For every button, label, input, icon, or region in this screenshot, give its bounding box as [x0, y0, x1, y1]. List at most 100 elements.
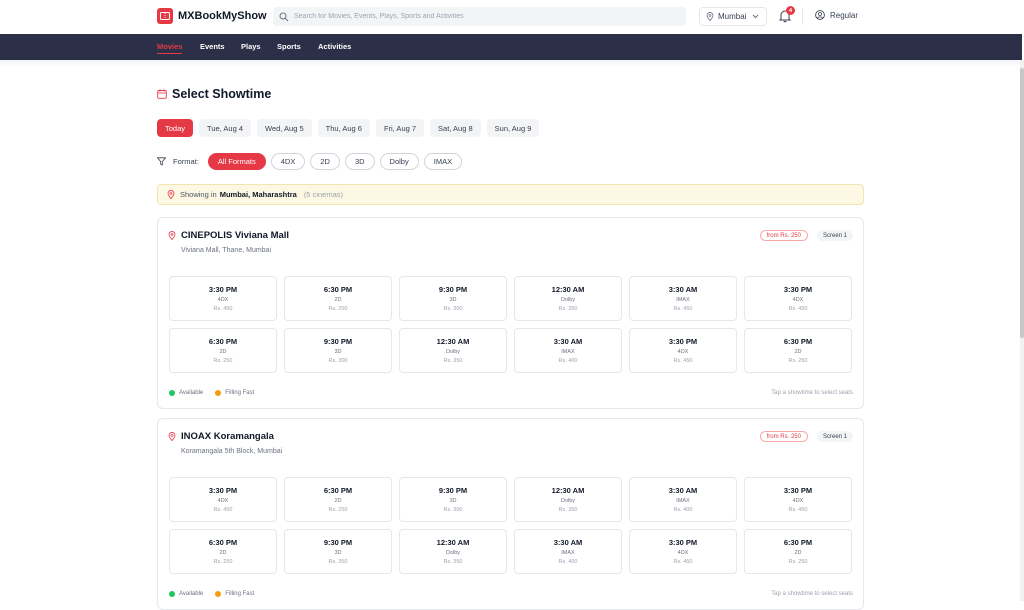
- price-from-badge: from Rs. 250: [759, 431, 808, 442]
- format-chip[interactable]: 3D: [344, 153, 375, 170]
- showtime-format: 4DX: [677, 349, 689, 355]
- location-place: Mumbai, Maharashtra: [219, 190, 297, 199]
- showtime-slot[interactable]: 9:30 PM 3D Rs. 350: [284, 529, 392, 574]
- cinema-count: (5 cinemas): [303, 190, 343, 199]
- showtime-slot[interactable]: 9:30 PM 3D Rs. 300: [399, 276, 507, 321]
- showtime-time: 3:30 PM: [208, 285, 238, 294]
- date-tab[interactable]: Fri, Aug 7: [375, 119, 425, 137]
- showtime-slot[interactable]: 3:30 PM 4DX Rs. 450: [629, 328, 737, 373]
- filling-fast-dot: [215, 591, 222, 597]
- search-icon: [279, 12, 289, 21]
- format-chip[interactable]: All Formats: [207, 153, 266, 170]
- scrollbar-thumb[interactable]: [1020, 68, 1024, 338]
- user-icon: [815, 10, 825, 20]
- city-selector[interactable]: Mumbai: [699, 7, 767, 26]
- showtime-price: Rs. 350: [443, 559, 463, 565]
- showtime-time: 6:30 PM: [323, 486, 353, 495]
- nav-item-plays[interactable]: Plays: [241, 42, 261, 51]
- showtime-slot[interactable]: 3:30 PM 4DX Rs. 450: [744, 276, 852, 321]
- location-prefix: Showing in: [180, 190, 217, 199]
- showtime-time: 3:30 AM: [553, 337, 583, 346]
- nav-item-sports[interactable]: Sports: [277, 42, 301, 51]
- showtime-slot[interactable]: 12:30 AM Dolby Rs. 350: [399, 529, 507, 574]
- date-tab[interactable]: Today: [157, 119, 194, 137]
- date-tab[interactable]: Sat, Aug 8: [430, 119, 481, 137]
- nav-item-movies[interactable]: Movies: [157, 42, 183, 54]
- date-tab[interactable]: Wed, Aug 5: [257, 119, 312, 137]
- showtime-time: 12:30 AM: [436, 538, 470, 547]
- showtime-price: Rs. 250: [328, 306, 348, 312]
- showtime-time: 3:30 PM: [783, 486, 813, 495]
- showtime-price: Rs. 250: [788, 358, 808, 364]
- format-chip[interactable]: 2D: [310, 153, 340, 170]
- showtime-slot[interactable]: 3:30 PM 4DX Rs. 450: [744, 477, 852, 522]
- showtime-format: Dolby: [560, 297, 576, 303]
- showtime-slot[interactable]: 6:30 PM 2D Rs. 250: [169, 529, 277, 574]
- showtime-slot[interactable]: 3:30 AM IMAX Rs. 450: [629, 276, 737, 321]
- showtime-format: IMAX: [561, 550, 575, 556]
- cinema-name: INOAX Koramangala: [181, 431, 274, 442]
- date-tabs: Today Tue, Aug 4 Wed, Aug 5 Thu, Aug 6 F…: [157, 119, 540, 137]
- city-label: Mumbai: [718, 12, 747, 21]
- legend-filling-fast: Filling Fast: [225, 591, 255, 597]
- showtime-price: Rs. 300: [443, 507, 463, 513]
- availability-legend: Available Filling Fast: [169, 591, 266, 597]
- showtime-slot[interactable]: 3:30 PM 4DX Rs. 450: [169, 477, 277, 522]
- format-filter: Format: All Formats 4DX 2D 3D Dolby IMAX: [157, 153, 463, 170]
- showtime-slot[interactable]: 9:30 PM 3D Rs. 300: [284, 328, 392, 373]
- showtime-slot[interactable]: 12:30 AM Dolby Rs. 350: [399, 328, 507, 373]
- date-tab[interactable]: Tue, Aug 4: [199, 119, 252, 137]
- format-chip[interactable]: IMAX: [423, 153, 463, 170]
- user-label: Regular: [830, 10, 859, 20]
- date-tab[interactable]: Sun, Aug 9: [486, 119, 540, 137]
- showtime-time: 6:30 PM: [208, 337, 238, 346]
- showtime-time: 6:30 PM: [783, 337, 813, 346]
- format-chip[interactable]: Dolby: [379, 153, 419, 170]
- showtime-slot[interactable]: 6:30 PM 2D Rs. 250: [744, 529, 852, 574]
- showtime-slot[interactable]: 6:30 PM 2D Rs. 250: [284, 477, 392, 522]
- showtime-price: Rs. 450: [213, 306, 233, 312]
- showtime-price: Rs. 450: [673, 306, 693, 312]
- showtime-slot[interactable]: 6:30 PM 2D Rs. 250: [169, 328, 277, 373]
- scrollbar[interactable]: [1020, 60, 1024, 601]
- legend-available: Available: [179, 390, 204, 396]
- showtime-format: 4DX: [217, 498, 229, 504]
- showtime-slot[interactable]: 3:30 PM 4DX Rs. 450: [169, 276, 277, 321]
- cinema-name: CINEPOLIS Viviana Mall: [181, 230, 290, 241]
- ticket-icon: [157, 8, 173, 24]
- cinema-card: CINEPOLIS Viviana Mall Viviana Mall, Tha…: [157, 217, 864, 409]
- showtime-slot[interactable]: 3:30 AM IMAX Rs. 400: [514, 529, 622, 574]
- showtime-time: 3:30 PM: [783, 285, 813, 294]
- showtime-format: IMAX: [676, 297, 690, 303]
- showtime-format: 3D: [449, 498, 457, 504]
- search-bar[interactable]: [273, 7, 686, 26]
- showtime-time: 3:30 AM: [553, 538, 583, 547]
- screen-badge: Screen 1: [816, 230, 853, 241]
- showtime-price: Rs. 450: [788, 306, 808, 312]
- showtime-slot[interactable]: 3:30 AM IMAX Rs. 400: [514, 328, 622, 373]
- user-menu[interactable]: Regular: [815, 10, 858, 20]
- showtime-slot[interactable]: 6:30 PM 2D Rs. 250: [284, 276, 392, 321]
- available-dot: [169, 390, 175, 396]
- search-input[interactable]: [294, 13, 674, 20]
- date-tab[interactable]: Thu, Aug 6: [317, 119, 370, 137]
- showtime-format: 2D: [794, 349, 802, 355]
- nav-item-activities[interactable]: Activities: [318, 42, 351, 51]
- showtime-slot[interactable]: 9:30 PM 3D Rs. 300: [399, 477, 507, 522]
- chevron-down-icon: [753, 14, 759, 19]
- showtime-time: 3:30 PM: [668, 538, 698, 547]
- showtime-slot[interactable]: 3:30 AM IMAX Rs. 400: [629, 477, 737, 522]
- cinema-title: CINEPOLIS Viviana Mall: [168, 230, 289, 241]
- cinema-address: Viviana Mall, Thane, Mumbai: [181, 247, 272, 254]
- showtime-slot[interactable]: 3:30 PM 4DX Rs. 450: [629, 529, 737, 574]
- showtime-format: 2D: [334, 498, 342, 504]
- brand-logo[interactable]: MXBookMyShow: [157, 8, 267, 24]
- showtime-time: 6:30 PM: [783, 538, 813, 547]
- showtime-price: Rs. 350: [443, 358, 463, 364]
- showtime-slot[interactable]: 12:30 AM Dolby Rs. 350: [514, 276, 622, 321]
- format-chip[interactable]: 4DX: [270, 153, 306, 170]
- nav-item-events[interactable]: Events: [200, 42, 225, 51]
- showtime-format: 4DX: [792, 498, 804, 504]
- showtime-slot[interactable]: 6:30 PM 2D Rs. 250: [744, 328, 852, 373]
- showtime-slot[interactable]: 12:30 AM Dolby Rs. 350: [514, 477, 622, 522]
